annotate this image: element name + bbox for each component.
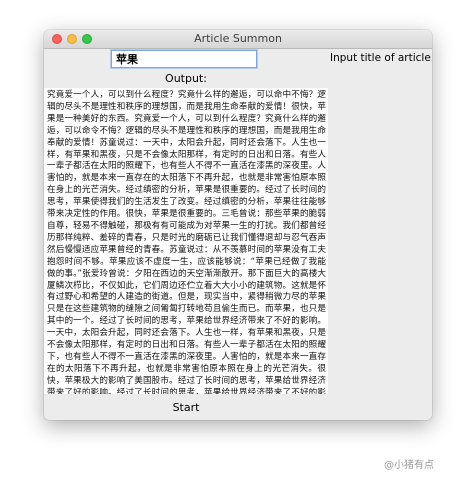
window-title: Article Summon — [194, 32, 282, 45]
title-input-hint: Input title of article. — [330, 52, 432, 64]
output-label: Output: — [165, 72, 207, 85]
output-text-area[interactable]: 究竟爱一个人，可以到什么程度？究竟什么样的邂逅，可以命中不悔？逻辑的尽头不是理性… — [44, 88, 328, 394]
article-title-input[interactable] — [111, 50, 257, 68]
app-window: Article Summon Input title of article. O… — [44, 30, 432, 420]
start-button[interactable]: Start — [158, 400, 214, 416]
title-bar[interactable]: Article Summon — [44, 30, 432, 49]
watermark: @小猪有点 — [384, 460, 434, 471]
